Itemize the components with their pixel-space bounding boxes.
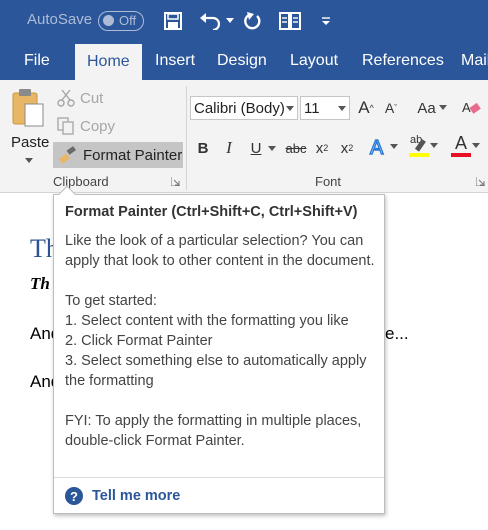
font-dialog-launcher-icon[interactable] bbox=[476, 177, 485, 186]
text-effects-button[interactable]: A bbox=[368, 134, 398, 160]
touch-mode-icon[interactable] bbox=[278, 9, 302, 33]
superscript-mark: 2 bbox=[348, 143, 354, 153]
scissors-icon bbox=[57, 89, 75, 107]
ribbon-tabs: File Home Insert Design Layout Reference… bbox=[0, 42, 488, 80]
grow-font-button[interactable]: A ^ bbox=[355, 96, 377, 120]
format-painter-label: Format Painter bbox=[83, 146, 183, 164]
format-painter-screentip: Format Painter (Ctrl+Shift+C, Ctrl+Shift… bbox=[53, 185, 385, 514]
screentip-get-started: To get started: bbox=[65, 293, 157, 309]
shrink-font-icon: A bbox=[384, 100, 395, 116]
undo-dropdown-icon[interactable] bbox=[224, 9, 236, 33]
undo-icon[interactable] bbox=[198, 9, 222, 33]
change-case-button[interactable]: Aa bbox=[414, 96, 450, 120]
screentip-step-2: 2. Click Format Painter bbox=[65, 333, 213, 349]
italic-button[interactable]: I bbox=[218, 136, 240, 160]
help-icon: ? bbox=[65, 487, 83, 505]
grow-font-icon: A bbox=[358, 98, 370, 117]
tab-design[interactable]: Design bbox=[217, 42, 267, 80]
bold-button[interactable]: B bbox=[192, 136, 214, 160]
strikethrough-button[interactable]: abc bbox=[282, 136, 310, 160]
change-case-icon: Aa bbox=[417, 99, 436, 117]
superscript-label: x bbox=[340, 139, 349, 157]
paste-label: Paste bbox=[11, 134, 50, 151]
tell-me-more-link[interactable]: ? Tell me more bbox=[65, 487, 180, 505]
tab-layout[interactable]: Layout bbox=[290, 42, 338, 80]
font-group-label: Font bbox=[315, 174, 342, 189]
autosave-state: Off bbox=[119, 13, 137, 28]
screentip-step-3: 3. Select something else to automaticall… bbox=[65, 353, 367, 389]
save-icon[interactable] bbox=[162, 9, 184, 33]
tab-references[interactable]: References bbox=[362, 42, 444, 80]
title-bar: AutoSave Off bbox=[0, 0, 488, 42]
subscript-label: x bbox=[315, 139, 324, 157]
screentip-paragraph: Like the look of a particular selection?… bbox=[65, 233, 375, 269]
highlighter-icon bbox=[409, 138, 429, 157]
chevron-down-icon bbox=[286, 106, 294, 111]
tab-home[interactable]: Home bbox=[75, 44, 142, 80]
chevron-down-icon bbox=[438, 105, 447, 110]
tab-insert[interactable]: Insert bbox=[155, 42, 195, 80]
font-name-combo[interactable]: Calibri (Body) bbox=[190, 96, 298, 120]
cut-label: Cut bbox=[80, 89, 104, 107]
chevron-down-icon[interactable] bbox=[268, 146, 276, 152]
ribbon: Paste Cut Copy Format Painter Clipboard … bbox=[0, 80, 488, 193]
copy-button[interactable]: Copy bbox=[57, 117, 115, 135]
svg-text:A: A bbox=[370, 137, 384, 158]
clipboard-group-label: Clipboard bbox=[53, 174, 109, 189]
autosave-toggle[interactable]: Off bbox=[98, 11, 144, 31]
font-color-button[interactable]: A bbox=[447, 132, 483, 160]
font-color-bar-icon bbox=[451, 153, 471, 157]
document-subtitle: Th bbox=[30, 274, 50, 293]
tell-me-more-label: Tell me more bbox=[92, 488, 181, 504]
clear-formatting-button[interactable]: A bbox=[460, 96, 484, 120]
chevron-down-icon bbox=[390, 144, 398, 149]
font-size-combo[interactable]: 11 bbox=[300, 96, 350, 120]
screentip-title: Format Painter (Ctrl+Shift+C, Ctrl+Shift… bbox=[65, 204, 358, 220]
tab-mailings[interactable]: Mail bbox=[461, 42, 488, 80]
toggle-knob bbox=[103, 15, 114, 26]
copy-icon bbox=[57, 117, 74, 135]
subscript-mark: 2 bbox=[323, 143, 329, 153]
redo-icon[interactable] bbox=[242, 9, 264, 33]
group-separator bbox=[186, 86, 187, 190]
eraser-icon: A bbox=[462, 100, 481, 115]
svg-text:?: ? bbox=[70, 489, 78, 504]
cut-button[interactable]: Cut bbox=[57, 89, 103, 107]
chevron-down-icon bbox=[25, 158, 33, 163]
screentip-divider bbox=[54, 477, 384, 478]
shrink-font-button[interactable]: Aˇ bbox=[380, 96, 402, 120]
copy-label: Copy bbox=[80, 117, 116, 135]
highlight-color-button[interactable]: ab bbox=[406, 132, 440, 160]
underline-button[interactable]: U bbox=[245, 136, 267, 160]
autosave-label: AutoSave bbox=[27, 11, 93, 28]
text-effects-icon: A bbox=[369, 136, 384, 158]
document-line-1-end: e... bbox=[385, 324, 409, 343]
paintbrush-icon bbox=[59, 146, 76, 164]
superscript-button[interactable]: x2 bbox=[337, 136, 357, 160]
screentip-steps: To get started: 1. Select content with t… bbox=[65, 291, 381, 391]
subscript-button[interactable]: x2 bbox=[312, 136, 332, 160]
paste-button[interactable]: Paste bbox=[8, 86, 50, 170]
chevron-down-icon bbox=[338, 106, 346, 111]
font-size-value: 11 bbox=[304, 99, 320, 117]
screentip-body: Like the look of a particular selection?… bbox=[65, 231, 381, 471]
paste-icon bbox=[12, 89, 44, 127]
customize-qat-icon[interactable] bbox=[320, 9, 332, 33]
chevron-down-icon bbox=[472, 143, 480, 148]
font-name-value: Calibri (Body) bbox=[194, 99, 285, 117]
tab-file[interactable]: File bbox=[24, 42, 50, 80]
screentip-fyi: FYI: To apply the formatting in multiple… bbox=[65, 413, 362, 449]
format-painter-button[interactable]: Format Painter bbox=[53, 142, 183, 168]
screentip-step-1: 1. Select content with the formatting yo… bbox=[65, 313, 349, 329]
svg-text:A: A bbox=[462, 100, 471, 115]
chevron-down-icon bbox=[430, 143, 438, 148]
clipboard-dialog-launcher-icon[interactable] bbox=[171, 177, 180, 186]
